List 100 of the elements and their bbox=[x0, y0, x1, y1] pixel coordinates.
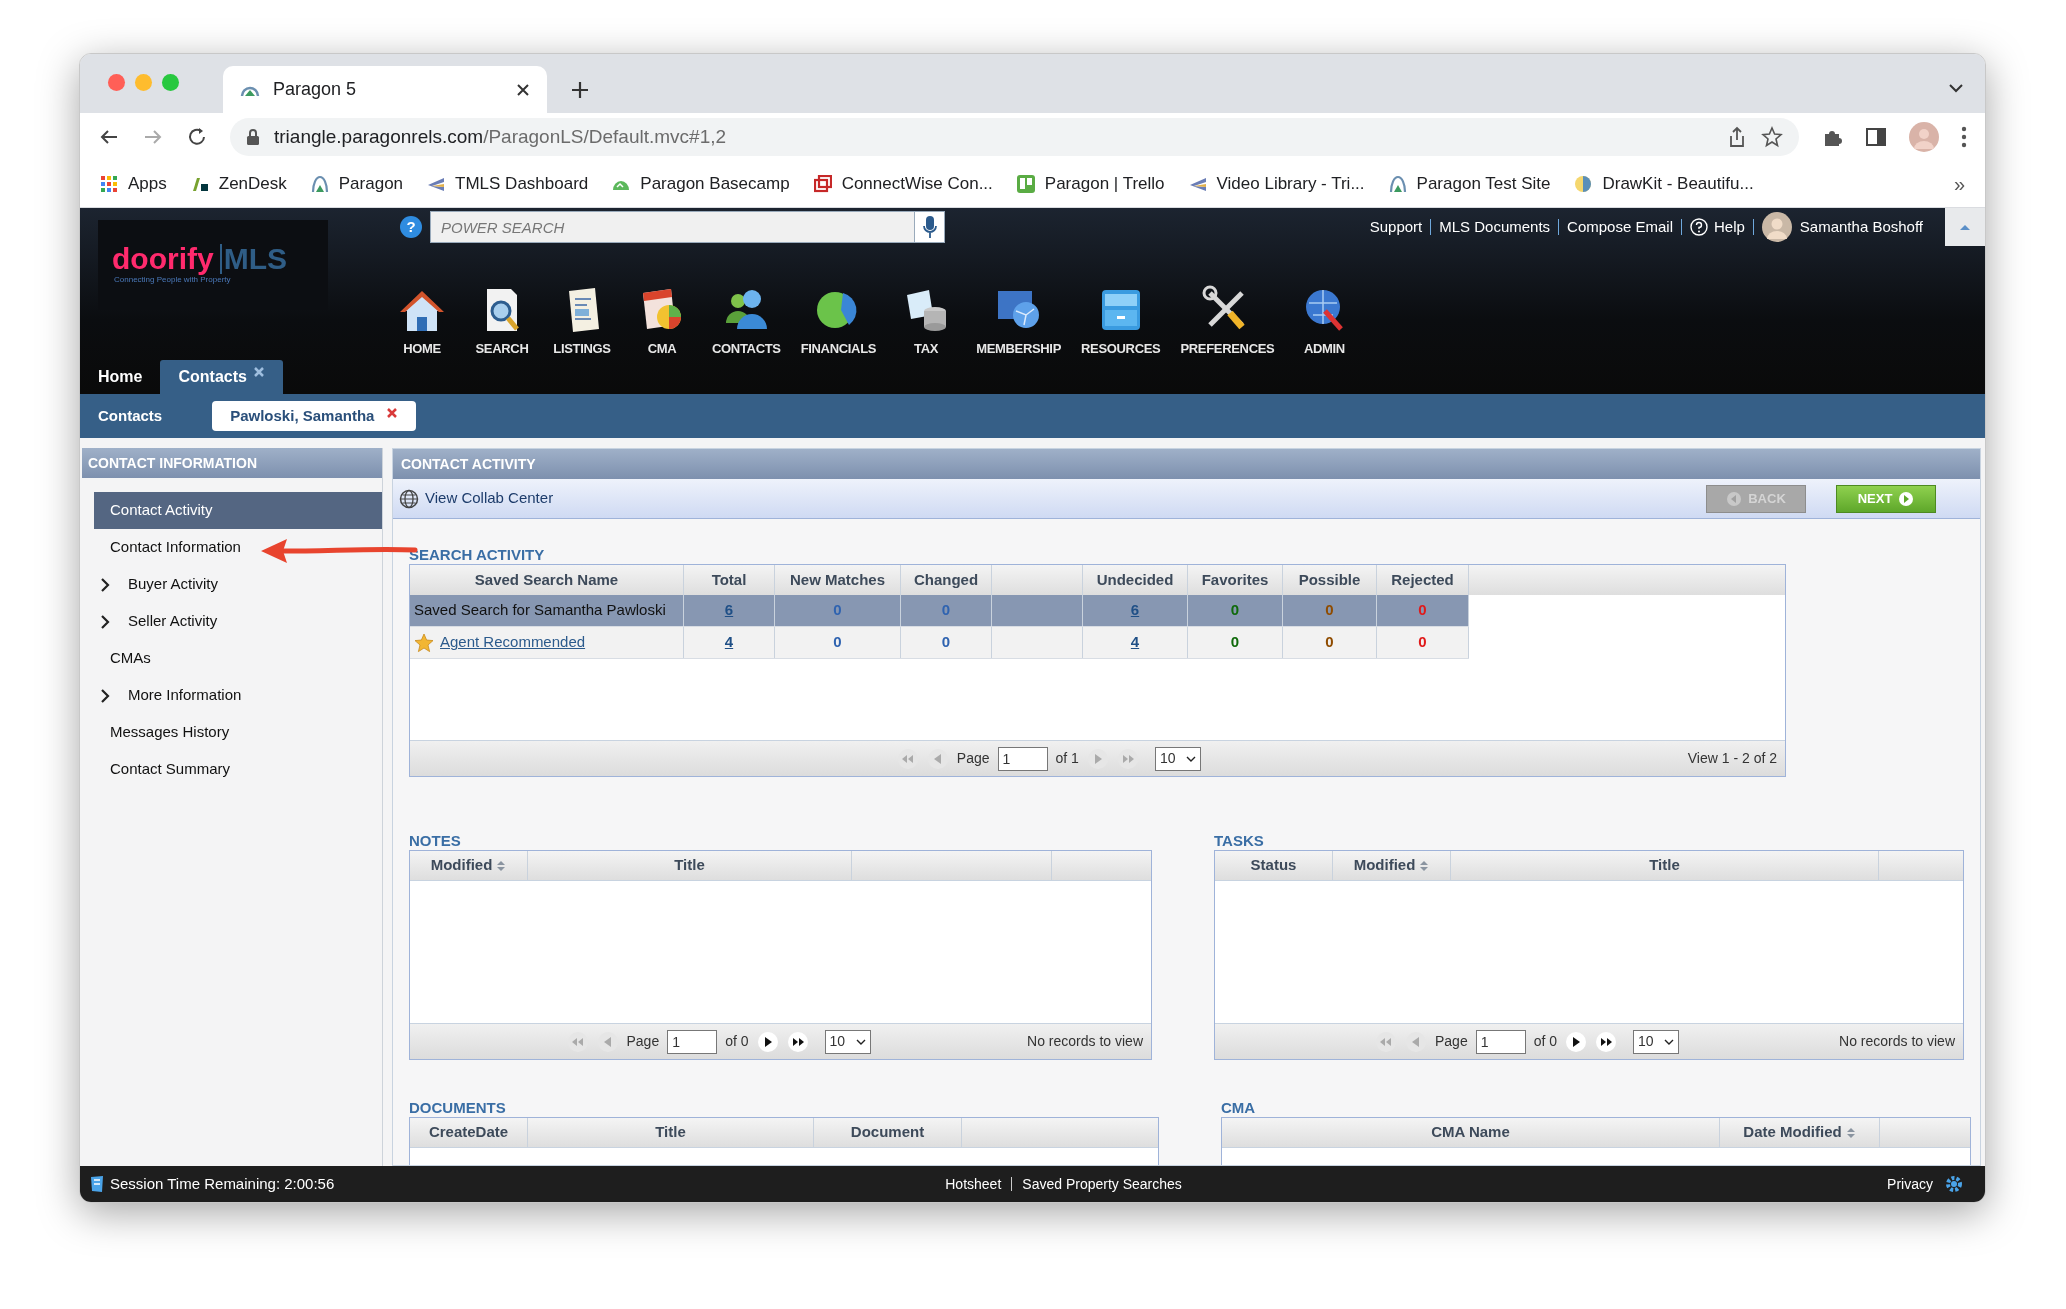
table-cell-text: Saved Search for Samantha Pawloski bbox=[414, 600, 666, 621]
column-header[interactable]: Modified bbox=[1333, 851, 1451, 880]
saved-search-link[interactable]: Agent Recommended bbox=[440, 631, 586, 654]
chevron-right-icon[interactable] bbox=[100, 614, 110, 629]
bookmark-link[interactable]: Paragon Test Site bbox=[1388, 171, 1551, 197]
sidebar-item[interactable]: Messages History bbox=[94, 714, 382, 751]
sort-icon[interactable] bbox=[1845, 1126, 1856, 1139]
bookmark-link[interactable]: ConnectWise Con... bbox=[813, 171, 993, 197]
user-name[interactable]: Samantha Boshoff bbox=[1799, 215, 1923, 239]
new-tab-icon[interactable] bbox=[569, 79, 591, 101]
arc-mountain-icon bbox=[310, 175, 329, 193]
column-header[interactable]: Date Modified bbox=[1720, 1118, 1880, 1147]
tab-title: Paragon 5 bbox=[273, 78, 358, 101]
count-link[interactable]: 4 bbox=[724, 631, 734, 654]
app-grid-icon bbox=[100, 175, 118, 193]
microphone-icon[interactable] bbox=[922, 215, 937, 239]
nav-button[interactable]: ADMIN bbox=[1288, 258, 1361, 359]
table-cell-text: 0 bbox=[1325, 632, 1334, 653]
sidebar-item[interactable]: Contact Activity bbox=[94, 492, 382, 529]
bookmark-link[interactable]: Paragon bbox=[310, 171, 404, 197]
column-header[interactable]: Status bbox=[1215, 851, 1333, 880]
next-page-icon[interactable] bbox=[1565, 1030, 1588, 1053]
column-header[interactable]: CMA Name bbox=[1222, 1118, 1720, 1147]
section-title: NOTES bbox=[409, 833, 462, 848]
column-header[interactable]: Modified bbox=[410, 851, 528, 880]
power-search-field[interactable]: POWER SEARCH bbox=[430, 211, 915, 243]
close-icon[interactable] bbox=[515, 81, 531, 98]
nav-button[interactable]: LISTINGS bbox=[546, 258, 618, 359]
nav-button[interactable]: FINANCIALS bbox=[794, 258, 883, 359]
page-size-select[interactable]: 10 bbox=[1633, 1029, 1680, 1054]
star-icon[interactable] bbox=[1761, 126, 1783, 148]
app-tab[interactable]: Home bbox=[80, 360, 161, 394]
bookmark-link[interactable]: ZenDesk bbox=[190, 171, 287, 197]
nav-button[interactable]: RESOURCES bbox=[1075, 258, 1167, 359]
bookmark-link[interactable]: TMLS Dashboard bbox=[427, 171, 589, 197]
header-link[interactable]: Support bbox=[1369, 215, 1423, 239]
help-button[interactable]: ? bbox=[400, 216, 422, 238]
nav-button[interactable]: TAX bbox=[890, 258, 963, 359]
nav-button[interactable]: SEARCH bbox=[466, 258, 538, 359]
sidebar-item[interactable]: Buyer Activity bbox=[94, 566, 382, 603]
column-header[interactable]: Title bbox=[528, 851, 852, 880]
page-input[interactable]: 1 bbox=[667, 1029, 718, 1054]
header-link[interactable]: Help bbox=[1690, 215, 1745, 239]
bookmark-link[interactable]: Video Library - Tri... bbox=[1188, 171, 1365, 197]
column-header[interactable]: Title bbox=[528, 1118, 814, 1147]
privacy-link[interactable]: Privacy bbox=[1887, 1173, 1933, 1195]
nav-button[interactable]: CONTACTS bbox=[706, 258, 787, 359]
sub-tab[interactable]: Contacts bbox=[98, 401, 163, 431]
chevron-right-icon[interactable] bbox=[100, 688, 110, 703]
page-size-select[interactable]: 10 bbox=[824, 1029, 871, 1054]
bookmark-link[interactable]: DrawKit - Beautifu... bbox=[1574, 171, 1754, 197]
count-link[interactable]: 4 bbox=[1130, 631, 1140, 654]
bookmark-link[interactable]: Paragon Basecamp bbox=[612, 171, 790, 197]
table-row[interactable]: Agent Recommended 4 0 0 4 0 0 0 bbox=[410, 627, 1469, 659]
nav-button[interactable]: CMA bbox=[626, 258, 698, 359]
records-info: No records to view bbox=[1839, 1032, 1955, 1051]
microphone-button[interactable] bbox=[915, 211, 945, 243]
header-link[interactable]: MLS Documents bbox=[1439, 215, 1551, 239]
user-avatar[interactable] bbox=[1761, 212, 1792, 242]
page-input[interactable]: 1 bbox=[997, 746, 1048, 771]
column-header[interactable]: Document bbox=[814, 1118, 962, 1147]
table-cell-text: 0 bbox=[833, 600, 842, 621]
last-page-icon[interactable] bbox=[1595, 1030, 1618, 1053]
nav-button[interactable]: MEMBERSHIP bbox=[970, 258, 1067, 359]
star-icon[interactable] bbox=[414, 632, 434, 653]
sort-icon[interactable] bbox=[1419, 859, 1430, 872]
reload-icon[interactable] bbox=[186, 126, 208, 148]
bookmark-link[interactable]: Apps bbox=[100, 171, 167, 197]
sidebar-item[interactable]: Contact Summary bbox=[94, 751, 382, 788]
nav-button[interactable]: HOME bbox=[386, 258, 458, 359]
back-circle-icon bbox=[1726, 490, 1743, 507]
sidebar-item[interactable]: Seller Activity bbox=[94, 603, 382, 640]
collab-center-link[interactable]: View Collab Center bbox=[399, 487, 554, 510]
address-bar[interactable]: triangle.paragonrels.com/ParagonLS/Default.mvc#1,2 bbox=[230, 118, 1799, 156]
column-header[interactable]: CreateDate bbox=[410, 1118, 528, 1147]
footer-link[interactable]: Saved Property Searches bbox=[1022, 1173, 1182, 1195]
column-header[interactable]: Title bbox=[1451, 851, 1879, 880]
sub-tab[interactable]: Pawloski, Samantha bbox=[212, 401, 417, 431]
table-cell-text: 0 bbox=[833, 632, 842, 653]
last-page-icon[interactable] bbox=[786, 1030, 809, 1053]
next-page-icon[interactable] bbox=[756, 1030, 779, 1053]
sidebar-item[interactable]: Contact Information bbox=[94, 529, 382, 566]
bookmark-link[interactable]: Paragon | Trello bbox=[1016, 171, 1165, 197]
footer-link[interactable]: Hotsheet bbox=[945, 1173, 1002, 1195]
sidebar-item[interactable]: More Information bbox=[94, 677, 382, 714]
chevron-right-icon[interactable] bbox=[100, 577, 110, 592]
sort-icon[interactable] bbox=[496, 859, 507, 872]
session-timer: Session Time Remaining: 2:00:56 bbox=[110, 1173, 335, 1194]
app-tab[interactable]: Contacts bbox=[160, 360, 283, 394]
browser-tab[interactable]: Paragon 5 bbox=[223, 66, 547, 113]
gear-icon[interactable] bbox=[1945, 1175, 1963, 1193]
nav-button[interactable]: PREFERENCES bbox=[1174, 258, 1281, 359]
page-input[interactable]: 1 bbox=[1475, 1029, 1526, 1054]
header-link[interactable]: Compose Email bbox=[1567, 215, 1673, 239]
page-size-select[interactable]: 10 bbox=[1154, 746, 1201, 771]
sidebar-item[interactable]: CMAs bbox=[94, 640, 382, 677]
side-panel-icon[interactable] bbox=[1865, 126, 1887, 148]
share-icon[interactable] bbox=[1727, 126, 1747, 148]
more-menu-icon[interactable] bbox=[1961, 126, 1967, 148]
more-bookmarks-button[interactable]: » bbox=[1953, 169, 1965, 199]
